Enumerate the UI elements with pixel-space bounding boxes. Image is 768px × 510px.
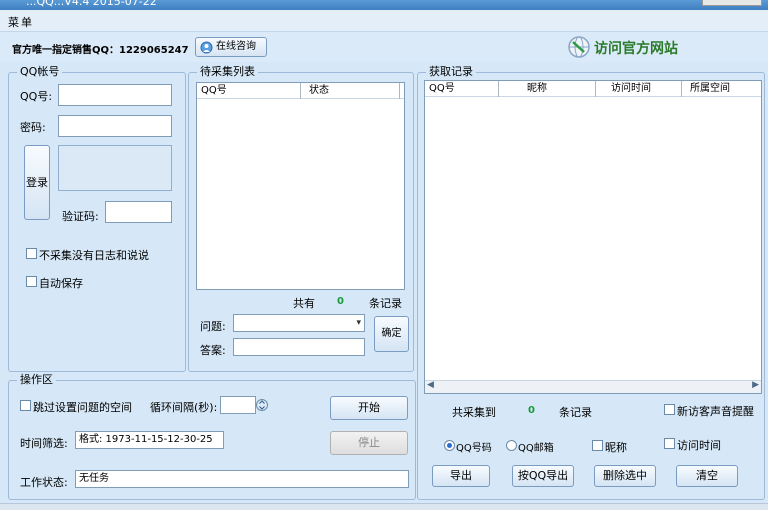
chat-icon	[200, 41, 213, 54]
column-separator	[498, 81, 499, 97]
export-button[interactable]: 导出	[432, 465, 490, 487]
column-separator	[399, 83, 400, 99]
window-controls[interactable]	[702, 0, 762, 6]
records-list[interactable]: QQ号 昵称 访问时间 所属空间 ◀ ▶	[424, 80, 762, 394]
radio-qq-number-label: QQ号码	[456, 443, 492, 454]
time-filter-input[interactable]: 格式: 1973-11-15-12-30-25	[75, 431, 224, 449]
new-visitor-sound-checkbox[interactable]	[664, 404, 675, 415]
online-consult-label: 在线咨询	[216, 41, 256, 52]
horizontal-scrollbar[interactable]: ◀ ▶	[425, 380, 761, 393]
pending-col-status[interactable]: 状态	[309, 83, 329, 99]
pending-list-header: QQ号 状态	[197, 83, 404, 99]
column-separator	[300, 83, 301, 99]
official-site-label: 访问官方网站	[594, 41, 678, 57]
captcha-image	[58, 145, 172, 191]
visit-time-label: 访问时间	[677, 439, 721, 452]
qq-number-label: QQ号:	[20, 90, 53, 103]
stop-button[interactable]: 停止	[330, 431, 408, 455]
qq-account-legend: QQ帐号	[17, 65, 63, 79]
menu-item-menu[interactable]: 菜单	[8, 14, 34, 30]
records-list-header: QQ号 昵称 访问时间 所属空间	[425, 81, 761, 97]
online-consult-button[interactable]: 在线咨询	[195, 37, 267, 57]
skip-no-log-checkbox[interactable]	[26, 248, 37, 259]
pending-list-legend: 待采集列表	[197, 65, 258, 79]
work-status-field: 无任务	[75, 470, 409, 488]
toolbar: 官方唯一指定销售QQ：1229065247 在线咨询 访问官方网站	[0, 32, 768, 62]
interval-label: 循环间隔(秒):	[150, 401, 218, 414]
operation-legend: 操作区	[17, 373, 56, 387]
auto-save-label: 自动保存	[39, 277, 83, 290]
skip-question-space-label: 跳过设置问题的空间	[33, 401, 132, 414]
records-col-visit-time[interactable]: 访问时间	[611, 81, 651, 97]
window-title: ...QQ...V4.4 2015-07-22	[26, 0, 157, 8]
chevron-down-icon: ▾	[356, 318, 361, 328]
nickname-checkbox[interactable]	[592, 440, 603, 451]
export-by-qq-button[interactable]: 按QQ导出	[512, 465, 574, 487]
records-col-space[interactable]: 所属空间	[690, 81, 730, 97]
interval-input[interactable]	[220, 396, 256, 414]
spinner-arrows-icon	[256, 399, 268, 411]
skip-no-log-label: 不采集没有日志和说说	[39, 249, 149, 262]
pending-list[interactable]: QQ号 状态	[196, 82, 405, 290]
records-total-prefix: 共采集到	[452, 406, 496, 419]
records-total-suffix: 条记录	[559, 406, 592, 419]
records-legend: 获取记录	[426, 65, 476, 79]
captcha-input[interactable]	[105, 201, 172, 223]
pending-total-prefix: 共有	[293, 297, 315, 310]
official-site-link[interactable]: 访问官方网站	[566, 35, 706, 59]
new-visitor-sound-label: 新访客声音提醒	[677, 405, 754, 418]
globe-icon	[568, 36, 590, 58]
time-filter-label: 时间筛选:	[20, 437, 68, 450]
work-status-label: 工作状态:	[20, 476, 68, 489]
sales-info: 官方唯一指定销售QQ：1229065247	[12, 45, 189, 56]
radio-qq-email-label: QQ邮箱	[518, 443, 554, 454]
records-total-count: 0	[528, 405, 535, 416]
qq-number-input[interactable]	[58, 84, 172, 106]
question-select[interactable]: ▾	[233, 314, 365, 332]
password-label: 密码:	[20, 121, 46, 134]
answer-input[interactable]	[233, 338, 365, 356]
pending-total-count: 0	[337, 296, 344, 307]
column-separator	[595, 81, 596, 97]
clear-button[interactable]: 清空	[676, 465, 738, 487]
confirm-button[interactable]: 确定	[374, 316, 409, 352]
delete-selected-button[interactable]: 删除选中	[594, 465, 656, 487]
answer-label: 答案:	[200, 344, 226, 357]
column-separator	[681, 81, 682, 97]
captcha-label: 验证码:	[62, 210, 99, 223]
menu-bar: 菜单	[0, 10, 768, 32]
nickname-label: 昵称	[605, 441, 627, 454]
radio-qq-email[interactable]	[506, 440, 517, 451]
scroll-right-icon[interactable]: ▶	[752, 380, 759, 390]
visit-time-checkbox[interactable]	[664, 438, 675, 449]
records-col-nickname[interactable]: 昵称	[527, 81, 547, 97]
skip-question-space-checkbox[interactable]	[20, 400, 31, 411]
radio-qq-number[interactable]	[444, 440, 455, 451]
scroll-left-icon[interactable]: ◀	[427, 380, 434, 390]
records-col-qq[interactable]: QQ号	[429, 81, 455, 97]
status-bar	[0, 503, 768, 510]
start-button[interactable]: 开始	[330, 396, 408, 420]
login-button[interactable]: 登录	[24, 145, 50, 220]
question-label: 问题:	[200, 320, 226, 333]
pending-col-qq[interactable]: QQ号	[201, 83, 227, 99]
password-input[interactable]	[58, 115, 172, 137]
pending-total-suffix: 条记录	[369, 297, 402, 310]
auto-save-checkbox[interactable]	[26, 276, 37, 287]
interval-spinner[interactable]	[256, 396, 268, 414]
title-bar: ...QQ...V4.4 2015-07-22	[0, 0, 768, 10]
